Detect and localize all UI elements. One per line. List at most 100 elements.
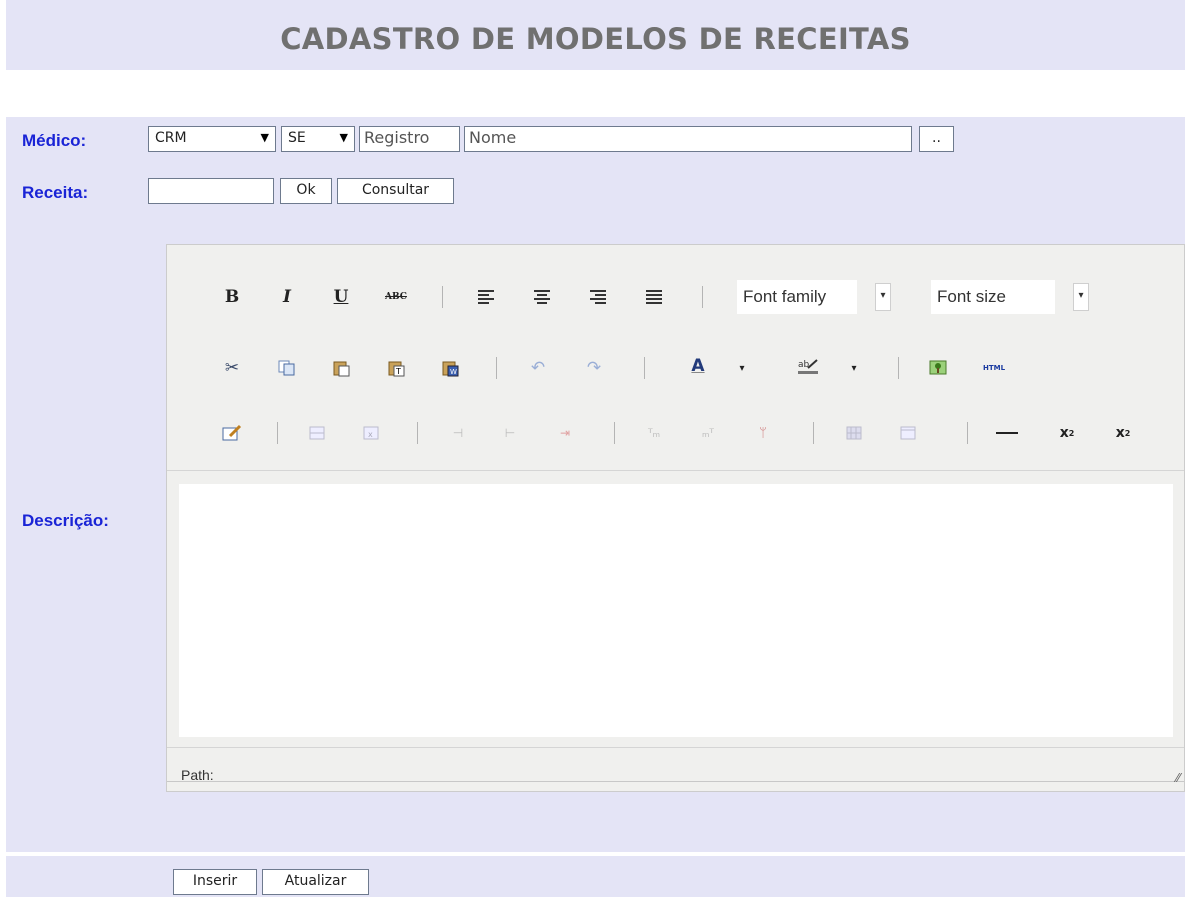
uf-select-value: SE [288, 130, 306, 146]
horizontal-rule-icon-glyph [996, 432, 1018, 434]
toolbar-separator [813, 422, 814, 444]
consultar-button[interactable]: Consultar [337, 178, 454, 204]
svg-text:x: x [368, 430, 373, 439]
redo-icon[interactable]: ↷ [581, 355, 607, 381]
toolbar-separator [442, 286, 443, 308]
align-justify-icon[interactable] [641, 284, 667, 310]
registro-input[interactable]: Registro [359, 126, 460, 152]
paste-icon[interactable] [328, 355, 354, 381]
resize-handle-icon[interactable]: ⁄⁄ [1176, 771, 1180, 785]
conselho-select[interactable]: CRM ▼ [148, 126, 276, 152]
descricao-label: Descrição: [22, 511, 109, 530]
toolbar-separator [614, 422, 615, 444]
edit-icon-glyph [222, 424, 242, 441]
image-icon-glyph [929, 360, 947, 375]
font-family-dropdown-icon[interactable]: ▾ [875, 283, 891, 311]
delete-cell-icon[interactable]: ᛘ [750, 420, 776, 446]
subscript-icon[interactable]: x2 [1054, 420, 1080, 446]
align-left-icon[interactable] [473, 284, 499, 310]
inserir-button[interactable]: Inserir [173, 869, 257, 895]
svg-text:ab: ab [798, 360, 810, 370]
copy-icon-glyph [278, 360, 295, 376]
paste-text-icon-glyph: T [388, 361, 405, 377]
text-color-icon[interactable]: A [685, 353, 711, 379]
insert-col-before-icon[interactable]: ⊣ [445, 420, 471, 446]
delete-row-icon-glyph: x [363, 426, 379, 440]
highlight-dropdown-icon[interactable]: ▾ [841, 355, 867, 381]
toolbar-separator [898, 357, 899, 379]
merge-cells-icon[interactable]: ᵀₘ [641, 420, 667, 446]
highlight-color-icon[interactable]: ab [795, 353, 821, 379]
font-size-select[interactable]: Font size [931, 280, 1055, 314]
cell-props-icon-glyph [900, 426, 916, 440]
toolbar-separator [496, 357, 497, 379]
svg-text:T: T [395, 367, 401, 376]
nome-input[interactable]: Nome [464, 126, 912, 152]
highlight-color-icon-glyph: ab [798, 359, 818, 374]
html-source-label: HTML [982, 364, 1006, 372]
rich-text-editor: B I U ABC Font family ▾ Font size ▾ ✂ T … [166, 244, 1185, 792]
svg-text:W: W [450, 368, 457, 376]
page-title: CADASTRO DE MODELOS DE RECEITAS [280, 22, 911, 56]
strikethrough-button[interactable]: ABC [383, 284, 409, 310]
nome-placeholder: Nome [469, 128, 517, 147]
chevron-down-icon: ▼ [260, 131, 269, 144]
chevron-down-icon: ▼ [339, 131, 348, 144]
superscript-icon[interactable]: x2 [1110, 420, 1136, 446]
toolbar-separator [967, 422, 968, 444]
align-center-icon[interactable] [529, 284, 555, 310]
toolbar-divider [167, 470, 1184, 471]
undo-icon[interactable]: ↶ [525, 355, 551, 381]
strikethrough-label: ABC [385, 292, 407, 302]
underline-button[interactable]: U [328, 284, 354, 310]
toolbar-separator [277, 422, 278, 444]
table-props-icon[interactable] [841, 420, 867, 446]
status-divider [167, 747, 1184, 748]
registro-placeholder: Registro [364, 128, 430, 147]
align-right-icon-glyph [590, 290, 606, 304]
medico-lookup-button[interactable]: .. [919, 126, 954, 152]
toolbar-separator [644, 357, 645, 379]
font-family-select[interactable]: Font family [737, 280, 857, 314]
receita-input[interactable] [148, 178, 274, 204]
cell-props-icon[interactable] [895, 420, 921, 446]
bold-label: B [224, 287, 240, 307]
edit-icon[interactable] [219, 420, 245, 446]
receita-label: Receita: [22, 183, 89, 202]
uf-select[interactable]: SE ▼ [281, 126, 355, 152]
delete-row-icon[interactable]: x [358, 420, 384, 446]
font-size-dropdown-icon[interactable]: ▾ [1073, 283, 1089, 311]
align-right-icon[interactable] [585, 284, 611, 310]
ok-button[interactable]: Ok [280, 178, 332, 204]
paste-text-icon[interactable]: T [383, 355, 409, 381]
conselho-select-value: CRM [155, 130, 187, 146]
toolbar-separator [702, 286, 703, 308]
image-icon[interactable] [925, 355, 951, 381]
bold-button[interactable]: B [219, 284, 245, 310]
paste-word-icon-glyph: W [442, 361, 459, 377]
table-props-icon-glyph [846, 426, 862, 440]
cut-icon[interactable]: ✂ [219, 355, 245, 381]
atualizar-button[interactable]: Atualizar [262, 869, 369, 895]
font-size-label: Font size [937, 287, 1006, 306]
insert-row-icon-glyph [309, 426, 325, 440]
font-family-label: Font family [743, 287, 827, 306]
italic-button[interactable]: I [274, 284, 300, 310]
insert-row-icon[interactable] [304, 420, 330, 446]
toolbar-separator [417, 422, 418, 444]
delete-col-icon[interactable]: ⇥ [552, 420, 578, 446]
italic-label: I [283, 287, 291, 307]
paste-icon-glyph [333, 361, 350, 377]
medico-label: Médico: [22, 131, 87, 150]
split-cells-icon[interactable]: ₘᵀ [695, 420, 721, 446]
horizontal-rule-icon[interactable] [994, 420, 1020, 446]
insert-col-after-icon[interactable]: ⊢ [497, 420, 523, 446]
copy-icon[interactable] [274, 355, 300, 381]
align-justify-icon-glyph [646, 290, 662, 304]
paste-word-icon[interactable]: W [437, 355, 463, 381]
html-source-icon[interactable]: HTML [981, 355, 1007, 381]
status-bottom-line [167, 781, 1184, 782]
editor-content-area[interactable] [179, 484, 1173, 737]
text-color-dropdown-icon[interactable]: ▾ [729, 355, 755, 381]
align-center-icon-glyph [534, 290, 550, 304]
